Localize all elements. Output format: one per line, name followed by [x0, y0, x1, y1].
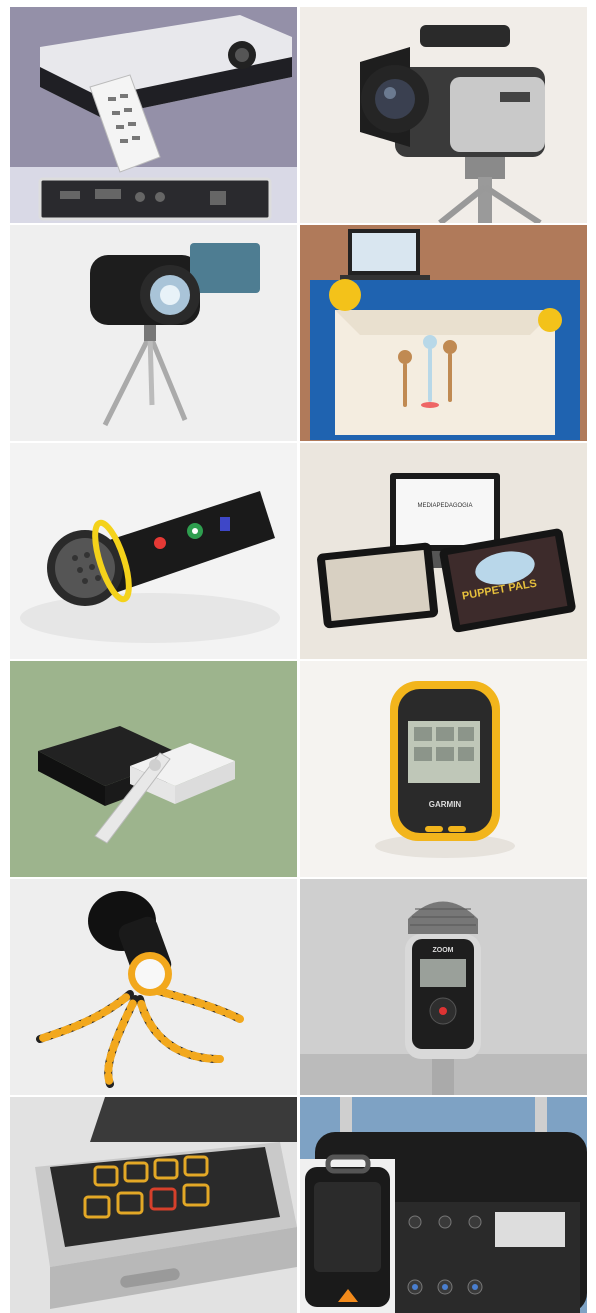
product-gallery: MEDIAPEDAGOGIA PUPPET PALS GARMIN ZOOM	[10, 7, 587, 1313]
laptop-screen-title: MEDIAPEDAGOGIA	[417, 503, 472, 509]
gallery-item-zoom-recorder[interactable]: ZOOM	[300, 879, 587, 1095]
gallery-item-apple-tv[interactable]	[10, 661, 297, 877]
toy-microphone-image	[10, 443, 297, 659]
flashlight-tripod-image	[10, 879, 297, 1095]
gallery-item-flashlight-tripod[interactable]	[10, 879, 297, 1095]
hd-camcorder-image	[10, 225, 297, 441]
recorder-brand-label: ZOOM	[433, 947, 454, 954]
pa-speaker-image	[300, 1097, 587, 1313]
stop-motion-box-image	[300, 225, 587, 441]
gps-image: GARMIN	[300, 661, 587, 877]
zoom-recorder-image: ZOOM	[300, 879, 587, 1095]
gallery-item-gps[interactable]: GARMIN	[300, 661, 587, 877]
slide-case-image	[10, 1097, 297, 1313]
gallery-item-pa-speaker[interactable]	[300, 1097, 587, 1313]
projector-image	[10, 7, 297, 223]
gallery-item-hd-camcorder[interactable]	[10, 225, 297, 441]
camcorder-image	[300, 7, 587, 223]
gallery-item-stop-motion-box[interactable]	[300, 225, 587, 441]
apple-tv-image	[10, 661, 297, 877]
gps-brand-label: GARMIN	[429, 800, 462, 809]
gallery-item-projector[interactable]	[10, 7, 297, 223]
gallery-item-toy-microphone[interactable]	[10, 443, 297, 659]
laptop-tablets-image: MEDIAPEDAGOGIA PUPPET PALS	[300, 443, 587, 659]
gallery-item-laptop-tablets[interactable]: MEDIAPEDAGOGIA PUPPET PALS	[300, 443, 587, 659]
gallery-item-slide-case[interactable]	[10, 1097, 297, 1313]
gallery-item-camcorder[interactable]	[300, 7, 587, 223]
